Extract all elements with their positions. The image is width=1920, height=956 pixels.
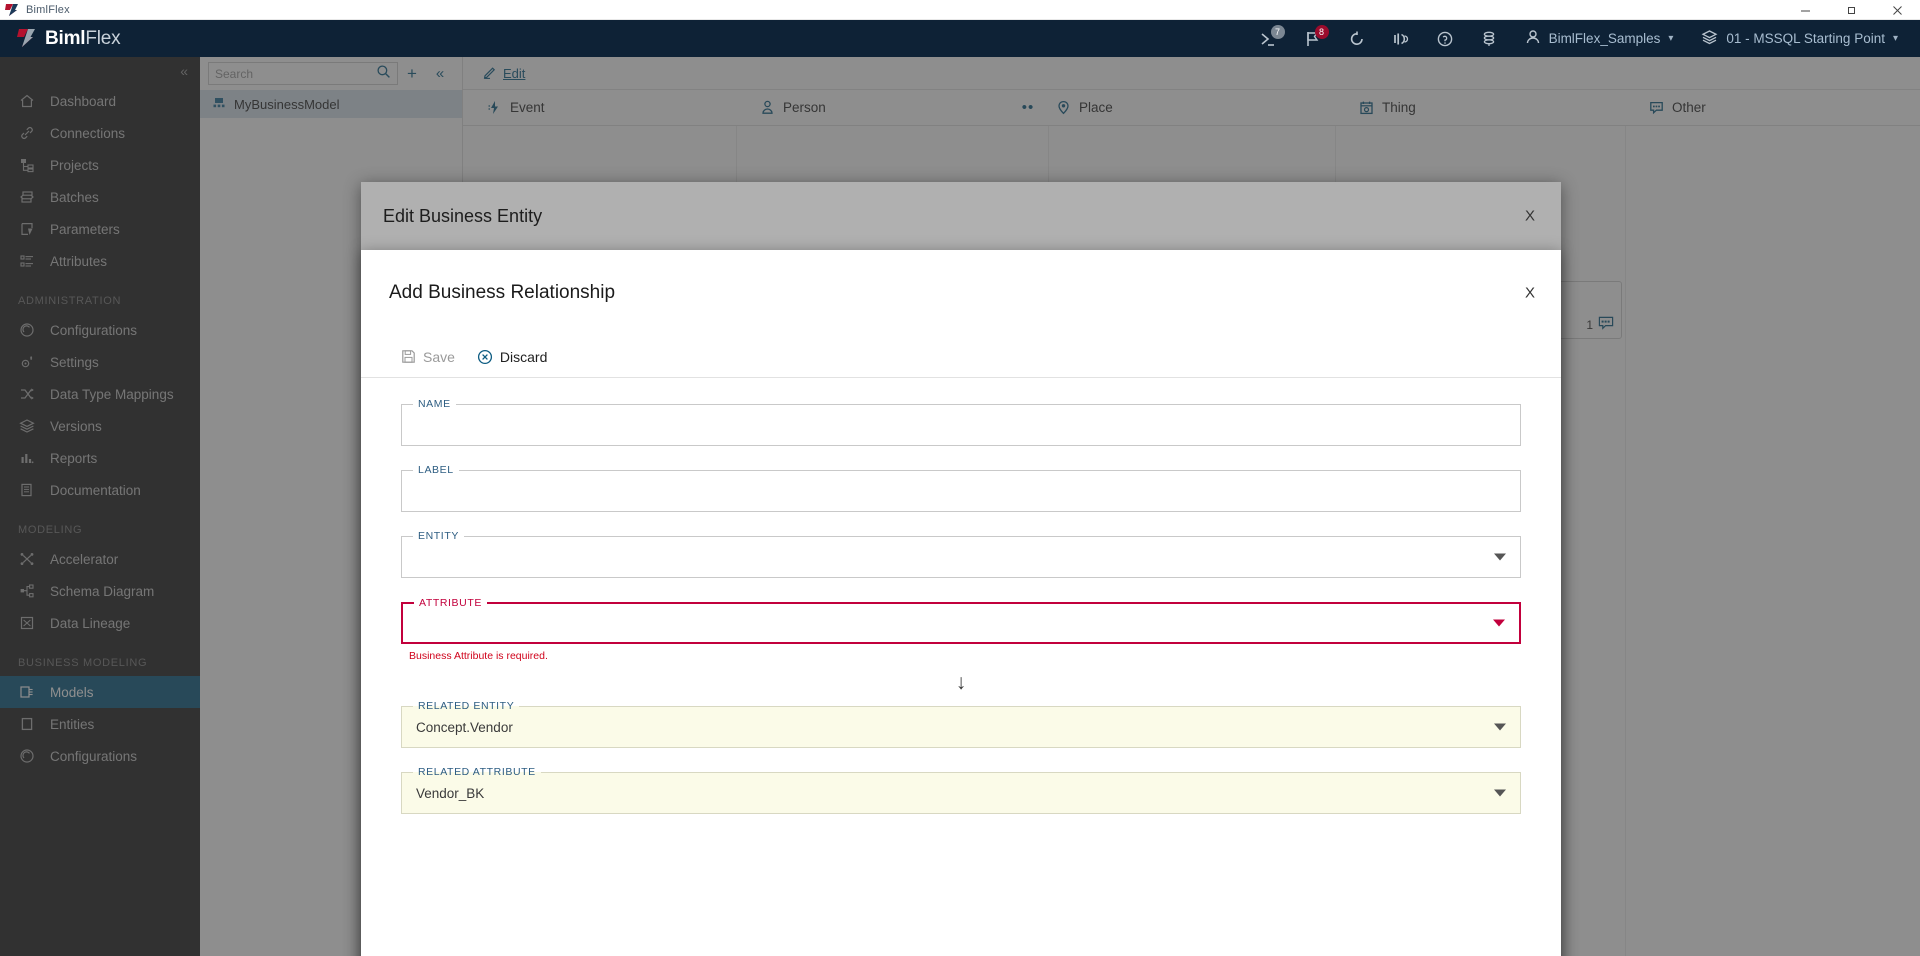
arrow-down-icon: ↓	[956, 672, 967, 693]
user-icon	[1525, 29, 1541, 48]
window-title: BimlFlex	[26, 4, 70, 16]
outer-dialog-title: Edit Business Entity	[383, 206, 542, 227]
chevron-down-icon[interactable]	[1493, 620, 1505, 627]
maximize-button[interactable]	[1828, 0, 1874, 20]
terminal-icon[interactable]: 7	[1247, 20, 1291, 57]
chevron-down-icon[interactable]	[1494, 554, 1506, 561]
attribute-select[interactable]: ATTRIBUTE	[401, 602, 1521, 644]
flag-icon[interactable]: 8	[1291, 20, 1335, 57]
outer-dialog-body: Add Business Relationship X Save	[361, 250, 1561, 956]
window-titlebar: BimlFlex	[0, 0, 1920, 20]
add-business-relationship-dialog: Add Business Relationship X Save	[361, 250, 1561, 956]
database-icon[interactable]	[1467, 20, 1511, 57]
brand-logo[interactable]: BimlFlex	[16, 28, 120, 50]
app-header: BimlFlex 7 8	[0, 20, 1920, 57]
discard-label: Discard	[500, 349, 547, 365]
related-attribute-select[interactable]: RELATED ATTRIBUTE Vendor_BK	[401, 772, 1521, 814]
edit-business-entity-dialog: Edit Business Entity X Add Business Rela…	[361, 182, 1561, 956]
close-button[interactable]	[1874, 0, 1920, 20]
attribute-legend: ATTRIBUTE	[414, 597, 487, 609]
inner-dialog-header: Add Business Relationship X	[361, 250, 1561, 336]
field-entity: ENTITY	[401, 536, 1521, 578]
field-related-entity: RELATED ENTITY Concept.Vendor	[401, 706, 1521, 748]
inner-dialog-command-bar: Save Discard	[361, 336, 1561, 378]
label-input[interactable]: LABEL	[401, 470, 1521, 512]
attribute-error-message: Business Attribute is required.	[409, 650, 1521, 662]
related-entity-legend: RELATED ENTITY	[413, 700, 519, 712]
related-entity-select[interactable]: RELATED ENTITY Concept.Vendor	[401, 706, 1521, 748]
outer-dialog-header: Edit Business Entity X	[361, 182, 1561, 250]
field-attribute: ATTRIBUTE Business Attribute is required…	[401, 602, 1521, 662]
terminal-badge: 7	[1271, 25, 1285, 39]
app-body: « Dashboard Connections Projects Batches	[0, 57, 1920, 956]
brand-name-bold: Biml	[45, 28, 85, 49]
chevron-down-icon: ▾	[1893, 33, 1898, 44]
layers-icon	[1701, 29, 1718, 48]
chevron-down-icon: ▾	[1668, 33, 1673, 44]
minimize-button[interactable]	[1782, 0, 1828, 20]
bimlflex-logo-icon	[16, 28, 38, 50]
related-attribute-legend: RELATED ATTRIBUTE	[413, 766, 541, 778]
help-icon[interactable]	[1423, 20, 1467, 57]
name-legend: NAME	[413, 398, 456, 410]
save-icon	[401, 349, 416, 364]
field-label: LABEL	[401, 470, 1521, 512]
header-icon-group: 7 8	[1247, 20, 1920, 57]
related-attribute-value: Vendor_BK	[416, 786, 484, 801]
business-relationship-form: NAME LABEL ENTITY	[361, 378, 1561, 838]
name-input[interactable]: NAME	[401, 404, 1521, 446]
outer-dialog-close-button[interactable]: X	[1525, 208, 1535, 225]
customer-selector[interactable]: BimlFlex_Samples ▾	[1511, 20, 1688, 57]
flag-badge: 8	[1315, 25, 1329, 39]
field-name: NAME	[401, 404, 1521, 446]
chevron-down-icon[interactable]	[1494, 790, 1506, 797]
inner-dialog-title: Add Business Relationship	[389, 282, 615, 304]
brand-text: BimlFlex	[45, 28, 120, 50]
brand-name-light: Flex	[85, 28, 120, 49]
field-related-attribute: RELATED ATTRIBUTE Vendor_BK	[401, 772, 1521, 814]
label-legend: LABEL	[413, 464, 459, 476]
save-label: Save	[423, 349, 455, 365]
refresh-icon[interactable]	[1335, 20, 1379, 57]
metadata-icon[interactable]	[1379, 20, 1423, 57]
discard-button[interactable]: Discard	[477, 349, 547, 365]
customer-selector-label: BimlFlex_Samples	[1549, 31, 1661, 46]
save-button[interactable]: Save	[401, 349, 455, 365]
relationship-direction-row: ↓	[401, 672, 1521, 706]
entity-legend: ENTITY	[413, 530, 464, 542]
window-controls	[1782, 0, 1920, 20]
version-selector[interactable]: 01 - MSSQL Starting Point ▾	[1687, 20, 1920, 57]
inner-dialog-close-button[interactable]: X	[1525, 285, 1535, 302]
related-entity-value: Concept.Vendor	[416, 720, 513, 735]
discard-icon	[477, 349, 493, 365]
version-selector-label: 01 - MSSQL Starting Point	[1726, 31, 1885, 46]
entity-select[interactable]: ENTITY	[401, 536, 1521, 578]
chevron-down-icon[interactable]	[1494, 724, 1506, 731]
app-logo-icon	[4, 3, 20, 17]
